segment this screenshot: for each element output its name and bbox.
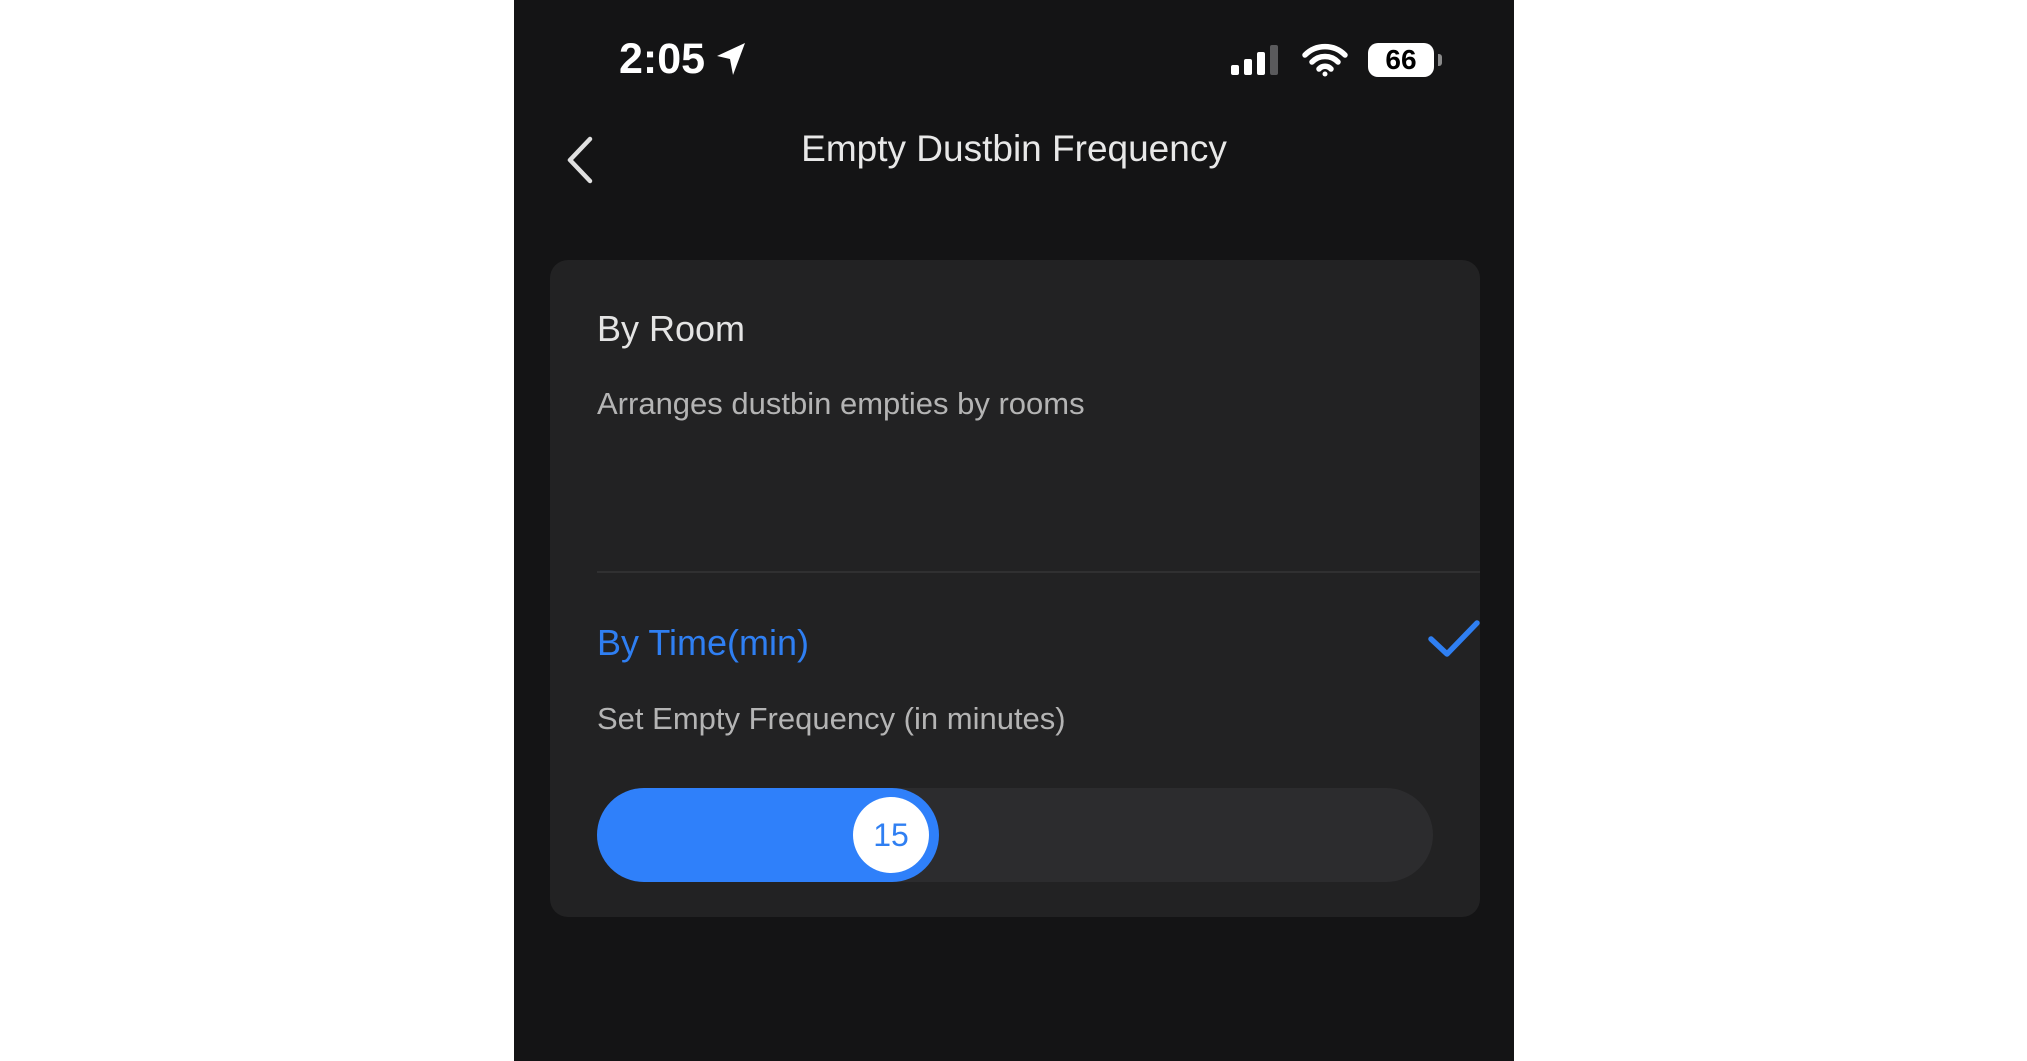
status-time: 2:05 xyxy=(619,34,747,84)
frequency-slider[interactable]: 15 xyxy=(597,788,1433,882)
slider-thumb[interactable]: 15 xyxy=(853,797,929,873)
checkmark-icon xyxy=(1428,620,1480,657)
status-icons: 66 xyxy=(1230,38,1442,82)
frequency-options-card: By Room Arranges dustbin empties by room… xyxy=(550,260,1480,917)
wifi-icon xyxy=(1302,43,1348,77)
page-title: Empty Dustbin Frequency xyxy=(801,128,1227,169)
battery-level: 66 xyxy=(1385,44,1417,75)
status-time-label: 2:05 xyxy=(619,35,706,83)
option-by-time-title: By Time(min) xyxy=(597,622,810,663)
battery-icon: 66 xyxy=(1368,43,1442,77)
divider xyxy=(597,571,1480,573)
option-by-room-description: Arranges dustbin empties by rooms xyxy=(597,386,1085,421)
location-arrow-icon xyxy=(717,43,746,75)
option-by-room-title: By Room xyxy=(597,308,746,349)
option-by-time-description: Set Empty Frequency (in minutes) xyxy=(597,701,1066,736)
cellular-signal-icon xyxy=(1231,45,1278,75)
phone-screen: 2:05 66 Empty Dustbin Frequency By Room … xyxy=(514,0,1514,1061)
slider-value: 15 xyxy=(873,816,909,853)
